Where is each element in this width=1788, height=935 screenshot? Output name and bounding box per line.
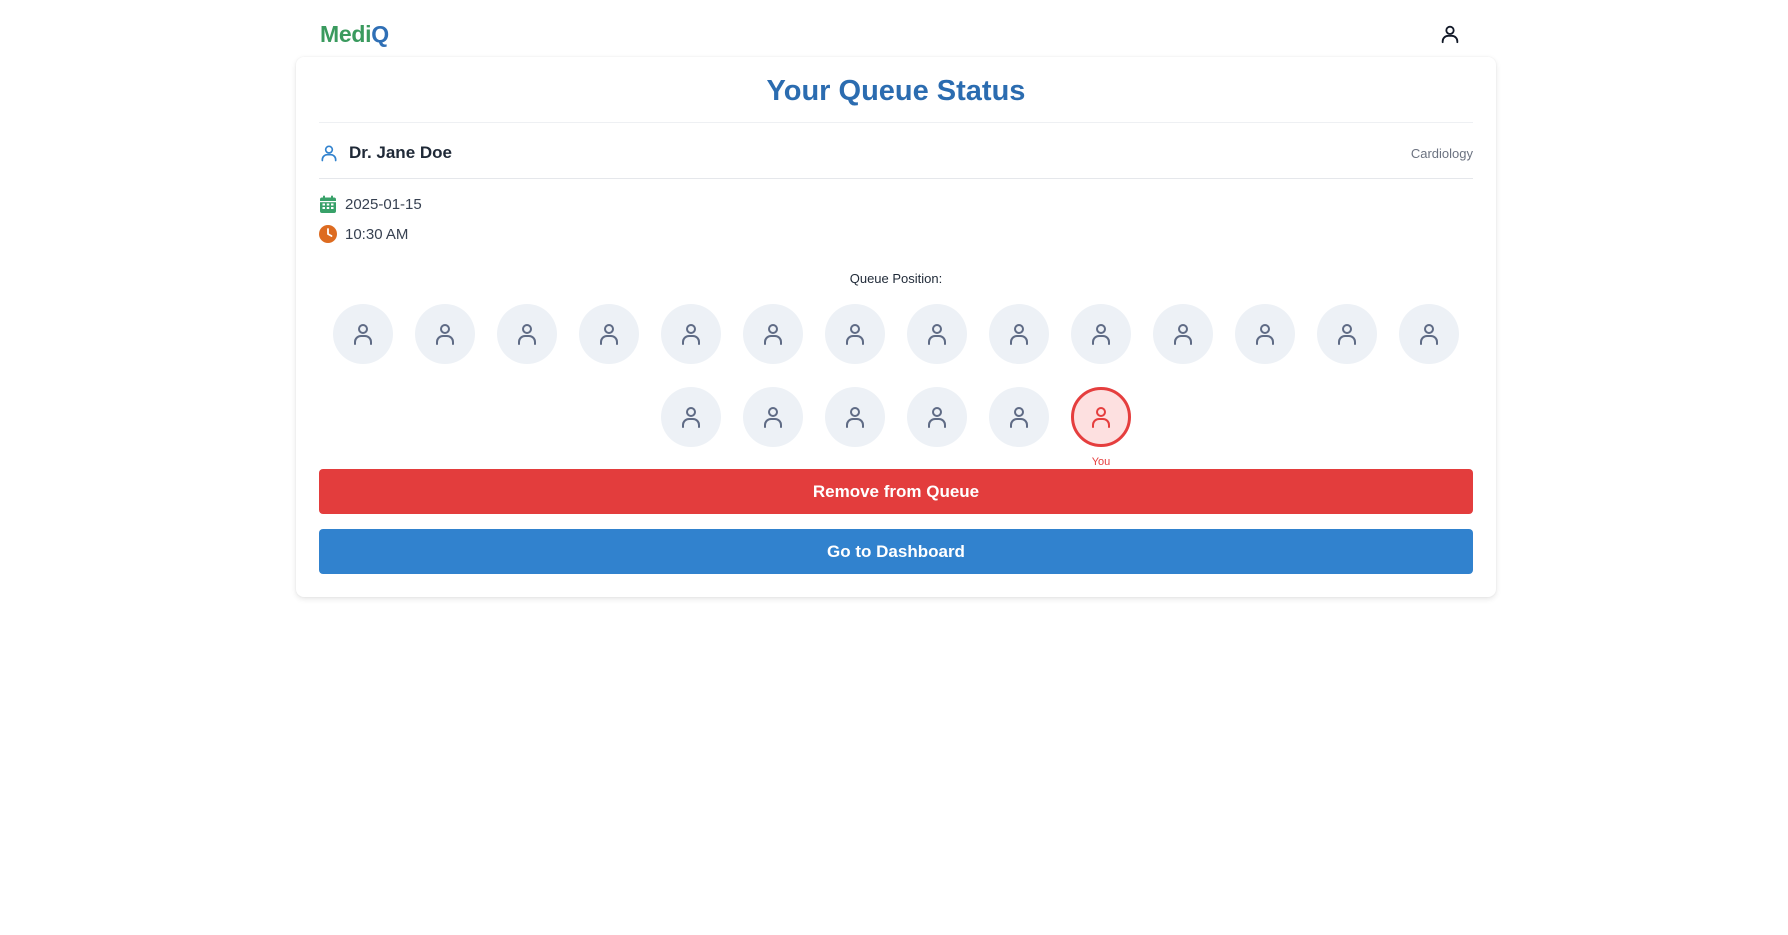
person-icon xyxy=(1010,407,1028,428)
queue-slot xyxy=(1399,304,1459,364)
clock-icon xyxy=(319,225,337,243)
logo-text-medi: Medi xyxy=(320,20,372,47)
queue-slot xyxy=(743,304,803,364)
remove-from-queue-button[interactable]: Remove from Queue xyxy=(319,469,1473,514)
title-divider xyxy=(319,122,1473,123)
appointment-time: 10:30 AM xyxy=(319,225,408,243)
person-icon xyxy=(764,407,782,428)
queue-slot xyxy=(743,387,803,447)
queue-slot xyxy=(661,387,721,447)
queue-slot xyxy=(989,387,1049,447)
doctor-info: Dr. Jane Doe Cardiology xyxy=(319,137,1473,169)
person-icon xyxy=(1174,324,1192,345)
appointment-date-text: 2025-01-15 xyxy=(345,196,422,213)
queue-slot xyxy=(907,387,967,447)
person-icon xyxy=(928,407,946,428)
person-icon xyxy=(1092,324,1110,345)
doctor-divider xyxy=(319,178,1473,179)
user-icon xyxy=(1441,25,1459,44)
queue-row-1 xyxy=(319,304,1473,364)
person-icon xyxy=(1256,324,1274,345)
profile-button[interactable] xyxy=(1430,14,1470,54)
queue-slot xyxy=(989,304,1049,364)
person-icon xyxy=(1420,324,1438,345)
queue-slot xyxy=(1153,304,1213,364)
queue-slot xyxy=(1071,304,1131,364)
appointment-time-text: 10:30 AM xyxy=(345,225,409,243)
person-icon xyxy=(600,324,618,345)
person-icon xyxy=(436,324,454,345)
person-icon xyxy=(1338,324,1356,345)
queue-slot xyxy=(661,304,721,364)
queue-position-label: Queue Position: xyxy=(849,271,943,286)
queue-slot-you: You xyxy=(1071,387,1131,468)
person-icon xyxy=(682,407,700,428)
person-icon xyxy=(928,324,946,345)
queue-slot xyxy=(1317,304,1377,364)
person-icon xyxy=(846,324,864,345)
page-title: Your Queue Status xyxy=(766,75,1026,107)
queue-slot xyxy=(825,387,885,447)
go-to-dashboard-button[interactable]: Go to Dashboard xyxy=(319,529,1473,574)
queue-row-2: You xyxy=(319,387,1473,468)
person-icon xyxy=(1092,407,1110,428)
calendar-icon xyxy=(320,195,336,213)
person-icon xyxy=(518,324,536,345)
queue-slot xyxy=(497,304,557,364)
queue-slot xyxy=(415,304,475,364)
you-label: You xyxy=(1091,456,1111,468)
person-icon xyxy=(764,324,782,345)
doctor-name: Dr. Jane Doe xyxy=(349,143,452,162)
queue-slot xyxy=(1235,304,1295,364)
person-icon xyxy=(1010,324,1028,345)
app-header: MediQ xyxy=(320,14,1470,54)
doctor-specialty: Cardiology xyxy=(1410,145,1473,161)
person-icon xyxy=(682,324,700,345)
doctor-user-icon xyxy=(321,145,337,162)
queue-slot xyxy=(907,304,967,364)
queue-slot xyxy=(825,304,885,364)
queue-slot xyxy=(579,304,639,364)
person-icon xyxy=(354,324,372,345)
person-icon xyxy=(846,407,864,428)
appointment-date: 2025-01-15 xyxy=(319,195,422,214)
app-logo[interactable]: MediQ xyxy=(320,21,389,48)
doctor-identity: Dr. Jane Doe xyxy=(319,143,452,163)
logo-text-q: Q xyxy=(371,20,389,47)
queue-status-card: Your Queue Status Dr. Jane Doe Cardiolog… xyxy=(296,57,1496,597)
queue-slot xyxy=(333,304,393,364)
